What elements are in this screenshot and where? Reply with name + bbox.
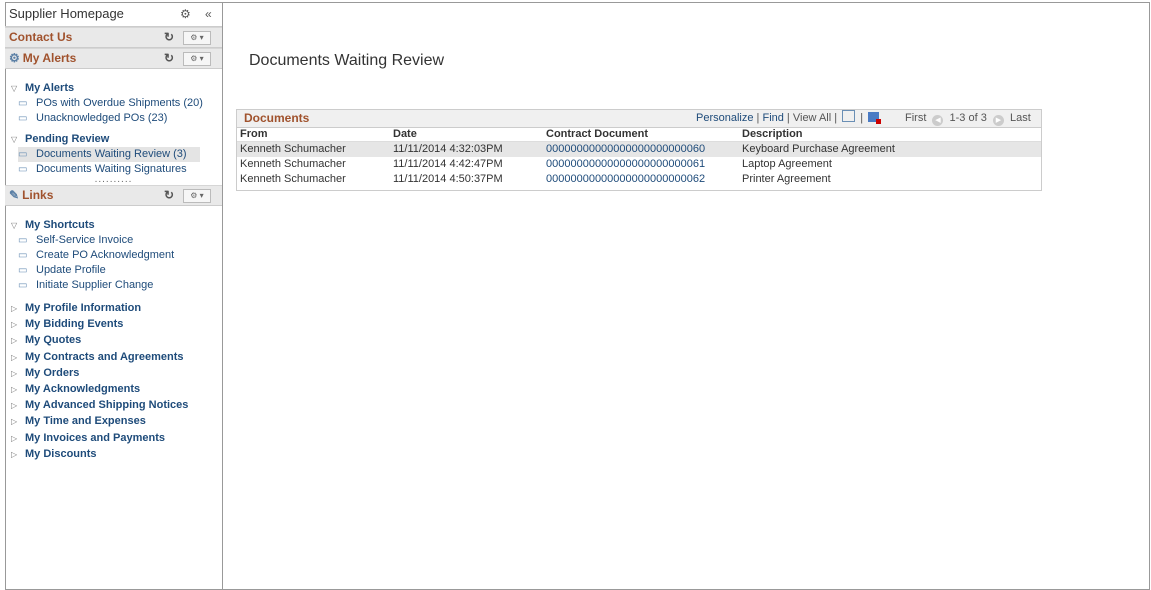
cell-from: Kenneth Schumacher bbox=[240, 158, 346, 170]
expanded-triangle-icon: ▽ bbox=[11, 221, 18, 230]
link-icon: ▭ bbox=[18, 98, 28, 109]
row-range: 1-3 of 3 bbox=[949, 112, 987, 124]
collapsed-triangle-icon: ▷ bbox=[11, 336, 18, 346]
expanded-triangle-icon: ▽ bbox=[11, 135, 18, 144]
cell-from: Kenneth Schumacher bbox=[240, 173, 346, 185]
shortcut-link[interactable]: ▭ Update Profile bbox=[18, 263, 222, 278]
column-header-from[interactable]: From bbox=[237, 128, 390, 142]
sidebar-header: Supplier Homepage ⚙ « bbox=[5, 2, 222, 27]
section-my-orders[interactable]: ▷ My Orders bbox=[11, 365, 222, 381]
last-link[interactable]: Last bbox=[1010, 112, 1031, 124]
first-link[interactable]: First bbox=[905, 112, 926, 124]
collapsed-triangle-icon: ▷ bbox=[11, 320, 18, 330]
drag-handle[interactable]: .......... bbox=[5, 175, 222, 185]
column-header-date[interactable]: Date bbox=[390, 128, 543, 142]
link-icon: ▭ bbox=[18, 235, 28, 246]
alert-link[interactable]: ▭ POs with Overdue Shipments (20) bbox=[18, 96, 222, 111]
alerts-icon: ⚙ bbox=[9, 51, 20, 65]
alert-link[interactable]: ▭ Unacknowledged POs (23) bbox=[18, 111, 222, 126]
collapsed-triangle-icon: ▷ bbox=[11, 433, 18, 443]
shortcut-link[interactable]: ▭ Self-Service Invoice bbox=[18, 233, 222, 248]
cell-date: 11/11/2014 4:32:03PM bbox=[390, 141, 543, 157]
pagelet-title[interactable]: Contact Us bbox=[9, 30, 72, 44]
page-title: Documents Waiting Review bbox=[249, 52, 445, 69]
shortcut-link[interactable]: ▭ Create PO Acknowledgment bbox=[18, 248, 222, 263]
pending-link-selected[interactable]: ▭ Documents Waiting Review (3) bbox=[18, 147, 200, 162]
section-my-asn[interactable]: ▷ My Advanced Shipping Notices bbox=[11, 397, 222, 413]
group-pending-review[interactable]: ▽ Pending Review bbox=[11, 132, 222, 147]
group-my-shortcuts[interactable]: ▽ My Shortcuts bbox=[11, 218, 222, 233]
column-header-description[interactable]: Description bbox=[739, 128, 1041, 142]
sidebar: Supplier Homepage ⚙ « Contact Us ↻ ⚙ ▾ ⚙… bbox=[5, 2, 223, 590]
previous-icon[interactable]: ◀ bbox=[932, 115, 944, 126]
cell-date: 11/11/2014 4:50:37PM bbox=[393, 173, 503, 185]
collapsed-triangle-icon: ▷ bbox=[11, 352, 18, 362]
next-icon[interactable]: ▶ bbox=[992, 115, 1004, 126]
grid-pagination: First ◀ 1-3 of 3 ▶ Last bbox=[905, 110, 1031, 127]
pagelet-title[interactable]: Links bbox=[22, 188, 53, 202]
refresh-icon[interactable]: ↻ bbox=[164, 186, 174, 205]
pagelet-my-alerts[interactable]: ⚙ My Alerts ↻ ⚙ ▾ bbox=[5, 48, 222, 69]
table-row: Kenneth Schumacher 11/11/2014 4:32:03PM … bbox=[237, 141, 1041, 157]
link-icon: ▭ bbox=[18, 250, 28, 261]
pagelet-links[interactable]: ✎ Links ↻ ⚙ ▾ bbox=[5, 185, 222, 206]
collapsed-triangle-icon: ▷ bbox=[11, 401, 18, 411]
column-header-contract-document[interactable]: Contract Document bbox=[543, 128, 739, 142]
collapsed-triangle-icon: ▷ bbox=[11, 384, 18, 394]
sidebar-title: Supplier Homepage bbox=[9, 6, 124, 21]
contract-document-link[interactable]: 00000000000000000000000062 bbox=[543, 172, 739, 187]
documents-grid: Documents Personalize | Find | View All … bbox=[236, 109, 1042, 191]
group-my-alerts[interactable]: ▽ My Alerts bbox=[11, 81, 222, 96]
links-icon: ✎ bbox=[9, 188, 20, 202]
cell-date: 11/11/2014 4:42:47PM bbox=[393, 158, 503, 170]
link-icon: ▭ bbox=[18, 113, 28, 124]
gear-icon[interactable]: ⚙ bbox=[180, 2, 191, 26]
zoom-grid-icon[interactable] bbox=[842, 110, 856, 122]
table-row: Kenneth Schumacher 11/11/2014 4:42:47PM … bbox=[237, 157, 1041, 172]
link-icon: ▭ bbox=[18, 280, 28, 291]
pagelet-options-icon[interactable]: ⚙ ▾ bbox=[183, 189, 211, 203]
refresh-icon[interactable]: ↻ bbox=[164, 28, 174, 47]
find-link[interactable]: Find bbox=[762, 112, 783, 124]
link-icon: ▭ bbox=[18, 164, 28, 175]
section-my-discounts[interactable]: ▷ My Discounts bbox=[11, 446, 222, 462]
section-my-contracts[interactable]: ▷ My Contracts and Agreements bbox=[11, 349, 222, 365]
refresh-icon[interactable]: ↻ bbox=[164, 49, 174, 68]
section-my-acknowledgments[interactable]: ▷ My Acknowledgments bbox=[11, 381, 222, 397]
collapsed-triangle-icon: ▷ bbox=[11, 304, 18, 313]
table-row: Kenneth Schumacher 11/11/2014 4:50:37PM … bbox=[237, 172, 1041, 187]
expanded-triangle-icon: ▽ bbox=[11, 84, 18, 93]
cell-from: Kenneth Schumacher bbox=[237, 141, 390, 157]
collapsed-triangle-icon: ▷ bbox=[11, 449, 18, 459]
cell-description: Keyboard Purchase Agreement bbox=[739, 141, 1041, 157]
grid-title: Documents bbox=[244, 111, 310, 125]
section-my-bidding-events[interactable]: ▷ My Bidding Events bbox=[11, 316, 222, 332]
pagelet-title[interactable]: My Alerts bbox=[23, 51, 77, 65]
cell-description: Printer Agreement bbox=[742, 173, 831, 185]
link-icon: ▭ bbox=[18, 265, 28, 276]
documents-table: From Date Contract Document Description … bbox=[237, 128, 1041, 187]
collapsed-triangle-icon: ▷ bbox=[11, 368, 18, 378]
section-my-profile-information[interactable]: ▷ My Profile Information bbox=[11, 300, 222, 316]
contract-document-link[interactable]: 00000000000000000000000060 bbox=[543, 141, 739, 157]
grid-tools: Personalize | Find | View All | | bbox=[696, 110, 882, 127]
download-excel-icon[interactable] bbox=[868, 112, 882, 124]
personalize-link[interactable]: Personalize bbox=[696, 112, 753, 124]
collapse-icon[interactable]: « bbox=[205, 2, 212, 26]
pagelet-options-icon[interactable]: ⚙ ▾ bbox=[183, 52, 211, 66]
section-my-time-expenses[interactable]: ▷ My Time and Expenses bbox=[11, 413, 222, 429]
collapsed-triangle-icon: ▷ bbox=[11, 417, 18, 427]
section-my-invoices-payments[interactable]: ▷ My Invoices and Payments bbox=[11, 430, 222, 446]
section-my-quotes[interactable]: ▷ My Quotes bbox=[11, 332, 222, 348]
view-all-link[interactable]: View All bbox=[793, 112, 831, 124]
pagelet-contact-us[interactable]: Contact Us ↻ ⚙ ▾ bbox=[5, 27, 222, 48]
cell-description: Laptop Agreement bbox=[742, 158, 832, 170]
grid-header: Documents Personalize | Find | View All … bbox=[237, 110, 1041, 128]
pagelet-options-icon[interactable]: ⚙ ▾ bbox=[183, 31, 211, 45]
contract-document-link[interactable]: 00000000000000000000000061 bbox=[543, 157, 739, 172]
shortcut-link[interactable]: ▭ Initiate Supplier Change bbox=[18, 278, 222, 293]
link-icon: ▭ bbox=[18, 149, 28, 160]
